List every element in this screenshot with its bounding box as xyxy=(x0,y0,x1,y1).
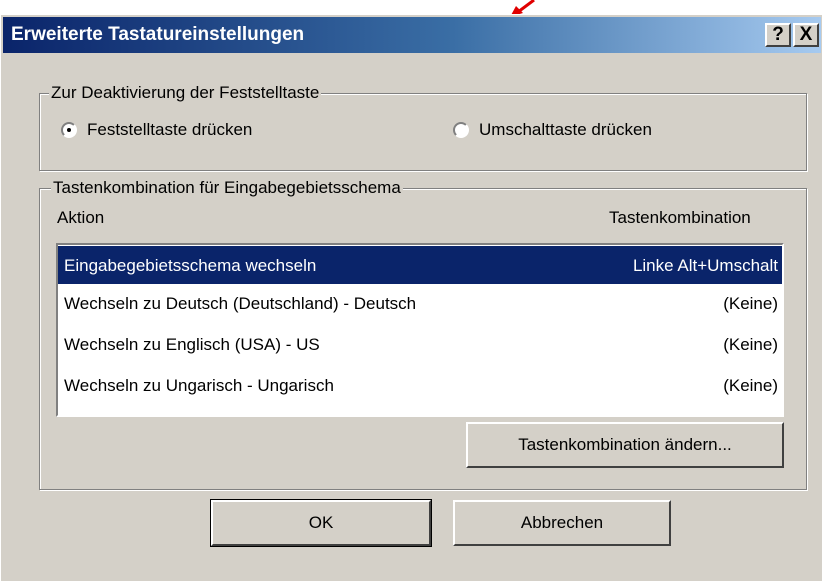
radio-capslock[interactable]: Feststelltaste drücken xyxy=(61,120,252,140)
column-header-combination: Tastenkombination xyxy=(609,208,751,227)
list-item-combination: Linke Alt+Umschalt xyxy=(632,256,778,275)
list-item-action: Wechseln zu Ungarisch - Ungarisch xyxy=(64,376,334,395)
radio-unselected-icon xyxy=(453,122,469,138)
change-hotkey-button[interactable]: Tastenkombination ändern... xyxy=(466,422,784,468)
list-item-action: Eingabegebietsschema wechseln xyxy=(64,256,317,275)
help-icon: ? xyxy=(772,24,784,45)
list-item-combination: (Keine) xyxy=(723,335,778,354)
hotkey-group-label: Tastenkombination für Eingabegebietssche… xyxy=(51,178,403,198)
window-title: Erweiterte Tastatureinstellungen xyxy=(11,24,305,45)
list-item-combination: (Keine) xyxy=(723,294,778,313)
list-item[interactable]: Wechseln zu Deutsch (Deutschland) - Deut… xyxy=(58,284,782,322)
hotkey-list[interactable]: Eingabegebietsschema wechseln Linke Alt+… xyxy=(56,243,784,417)
radio-shift[interactable]: Umschalttaste drücken xyxy=(453,120,652,140)
list-item-combination: (Keine) xyxy=(723,376,778,395)
dialog-window: Erweiterte Tastatureinstellungen ? X Zur… xyxy=(0,14,822,581)
help-button[interactable]: ? xyxy=(765,23,791,47)
list-item[interactable]: Wechseln zu Ungarisch - Ungarisch (Keine… xyxy=(58,366,782,404)
capslock-group-label: Zur Deaktivierung der Feststelltaste xyxy=(49,83,322,103)
list-item[interactable]: Wechseln zu Englisch (USA) - US (Keine) xyxy=(58,325,782,363)
cancel-button[interactable]: Abbrechen xyxy=(453,500,671,546)
list-item[interactable]: Eingabegebietsschema wechseln Linke Alt+… xyxy=(58,246,782,284)
close-button[interactable]: X xyxy=(793,23,819,47)
title-bar[interactable]: Erweiterte Tastatureinstellungen ? X xyxy=(3,17,821,53)
radio-capslock-label: Feststelltaste drücken xyxy=(87,120,253,139)
column-header-action: Aktion xyxy=(57,208,105,227)
ok-button[interactable]: OK xyxy=(210,499,432,547)
radio-shift-label: Umschalttaste drücken xyxy=(479,120,652,139)
list-item-action: Wechseln zu Englisch (USA) - US xyxy=(64,335,320,354)
radio-selected-icon xyxy=(61,122,77,138)
close-icon: X xyxy=(799,24,813,45)
list-item-action: Wechseln zu Deutsch (Deutschland) - Deut… xyxy=(64,294,417,313)
